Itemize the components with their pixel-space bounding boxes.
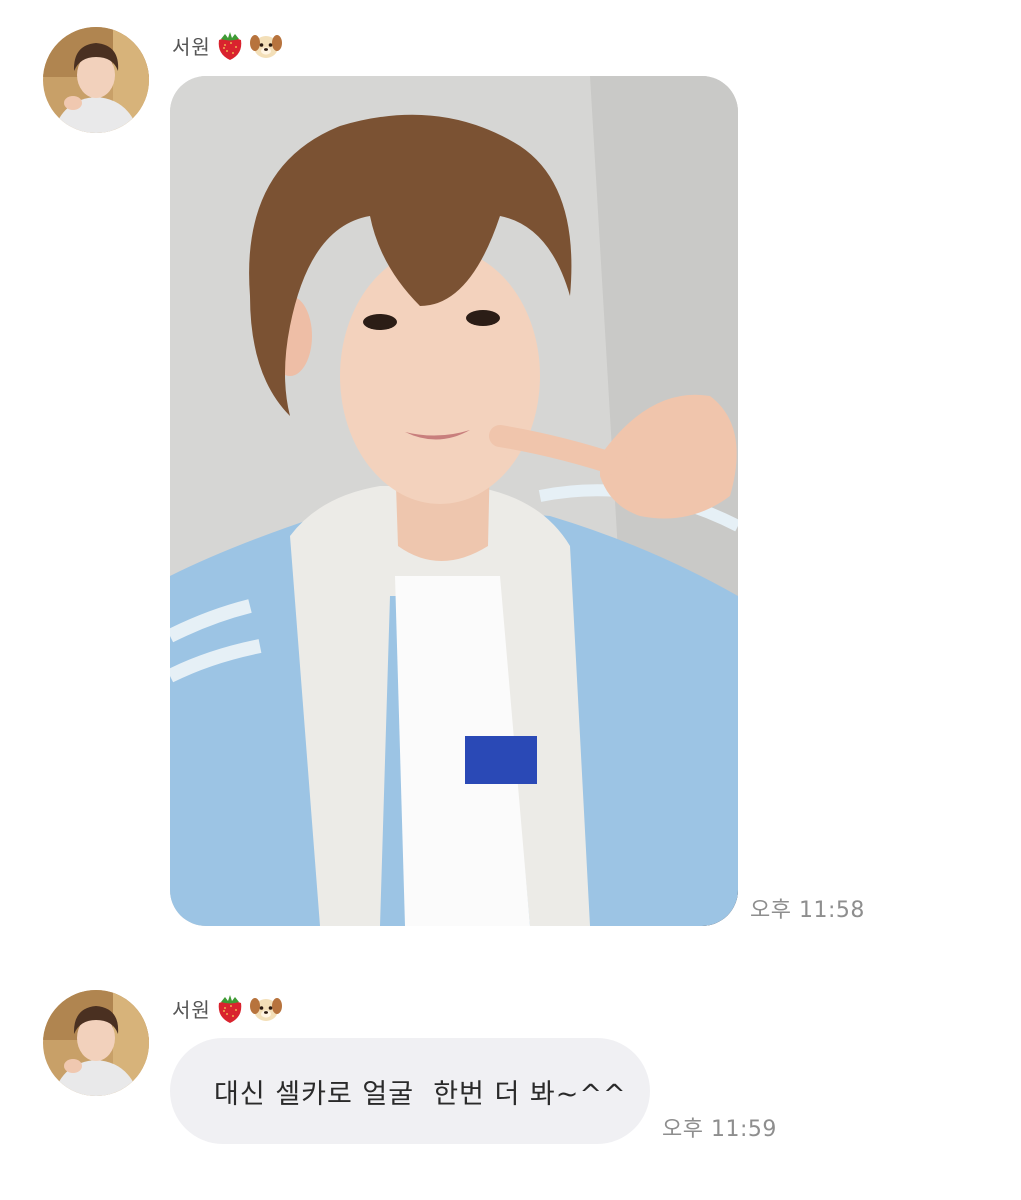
photo-message[interactable] bbox=[170, 76, 738, 926]
strawberry-icon bbox=[213, 991, 247, 1025]
sender-name: 서원 bbox=[172, 34, 211, 59]
sender-header: 서원 bbox=[172, 988, 283, 1028]
sender-header: 서원 bbox=[172, 25, 283, 65]
avatar[interactable] bbox=[43, 27, 149, 133]
message-timestamp: 오후 11:58 bbox=[750, 898, 865, 923]
text-message-bubble[interactable]: 대신 셀카로 얼굴 한번 더 봐~^^ bbox=[170, 1038, 650, 1144]
message-text: 대신 셀카로 얼굴 한번 더 봐~^^ bbox=[214, 1078, 627, 1110]
dog-face-icon bbox=[249, 28, 283, 62]
strawberry-icon bbox=[213, 28, 247, 62]
message-timestamp: 오후 11:59 bbox=[662, 1117, 777, 1142]
dog-face-icon bbox=[249, 991, 283, 1025]
avatar[interactable] bbox=[43, 990, 149, 1096]
sender-name: 서원 bbox=[172, 997, 211, 1022]
